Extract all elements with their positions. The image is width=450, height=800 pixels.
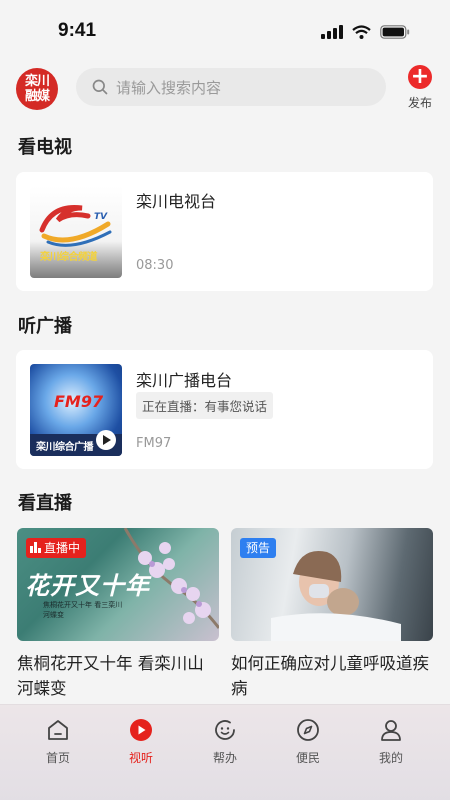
home-icon [48, 720, 68, 740]
live-bars-icon [30, 542, 41, 553]
search-bar[interactable]: 请输入搜索内容 [76, 68, 386, 106]
tab-label: 帮办 [212, 751, 237, 765]
radio-thumbnail: FM97 栾川综合广播 [30, 364, 122, 456]
wifi-icon [352, 25, 371, 39]
signal-icon [321, 25, 343, 39]
publish-button[interactable]: + 发布 [403, 65, 437, 111]
profile-icon [381, 720, 401, 741]
bottom-tab-bar: 首页 视听 帮办 便民 我的 [0, 704, 450, 800]
live-badge-label: 直播中 [44, 541, 81, 555]
tab-media[interactable]: 视听 [111, 717, 171, 766]
status-icons [321, 25, 410, 39]
live-item[interactable]: 预告 如何正确应对儿童呼吸道疾病 [231, 528, 433, 701]
tv-thumbnail: TV 栾川综合频道 [30, 186, 122, 278]
radio-thumb-caption: 栾川综合广播 [36, 442, 94, 453]
tab-help[interactable]: 帮办 [195, 717, 255, 766]
section-title-radio: 听广播 [18, 316, 72, 337]
status-time: 9:41 [58, 20, 97, 41]
play-circle-icon [130, 719, 152, 741]
section-title-tv: 看电视 [18, 137, 72, 158]
app-logo[interactable]: 栾川 融媒 [16, 68, 58, 110]
header: 栾川 融媒 请输入搜索内容 + 发布 [0, 62, 450, 118]
battery-icon [380, 25, 410, 39]
search-icon [92, 79, 108, 95]
radio-channel-card[interactable]: FM97 栾川综合广播 栾川广播电台 正在直播：有事您说话 FM97 [16, 350, 433, 469]
search-placeholder: 请输入搜索内容 [116, 78, 222, 97]
live-caption: 焦桐花开又十年 看栾川山河蝶变 [17, 654, 204, 698]
tv-logo-art [39, 204, 112, 247]
preview-badge: 预告 [240, 538, 277, 558]
tab-label: 便民 [295, 751, 320, 765]
tv-thumb-tag: TV [94, 212, 108, 222]
tab-home[interactable]: 首页 [28, 717, 88, 766]
plus-icon: + [408, 65, 432, 89]
help-icon [215, 720, 235, 740]
radio-thumb-tag: FM97 [54, 392, 104, 411]
radio-live-status: 正在直播：有事您说话 [136, 392, 274, 419]
live-thumbnail: 花开又十年 焦桐花开又十年 看三栾川河蝶变 直播中 [17, 528, 219, 641]
live-thumbnail: 预告 [231, 528, 433, 641]
live-item[interactable]: 花开又十年 焦桐花开又十年 看三栾川河蝶变 直播中 焦桐花开又十年 看栾川山河蝶… [17, 528, 219, 701]
radio-channel-name: 栾川广播电台 [136, 371, 233, 390]
publish-label: 发布 [407, 96, 432, 110]
live-caption: 如何正确应对儿童呼吸道疾病 [231, 654, 429, 698]
logo-line1: 栾川 [24, 74, 50, 89]
live-badge: 直播中 [26, 538, 87, 558]
radio-frequency: FM97 [136, 436, 172, 451]
tv-thumb-caption: 栾川综合频道 [40, 252, 98, 263]
tv-channel-name: 栾川电视台 [136, 192, 217, 211]
play-icon[interactable] [96, 430, 116, 450]
tv-channel-time: 08:30 [136, 258, 174, 273]
compass-icon [297, 719, 319, 741]
live-art-title: 花开又十年 [25, 572, 150, 600]
section-title-live: 看直播 [18, 493, 72, 514]
tab-label: 首页 [45, 751, 70, 765]
tv-channel-card[interactable]: TV 栾川综合频道 栾川电视台 08:30 [16, 172, 433, 291]
logo-line2: 融媒 [24, 89, 50, 104]
status-bar: 9:41 [0, 0, 450, 62]
tab-profile[interactable]: 我的 [361, 717, 421, 766]
tab-label: 我的 [378, 751, 403, 765]
tab-services[interactable]: 便民 [278, 717, 338, 766]
tab-label: 视听 [128, 751, 153, 765]
live-art-subtitle: 焦桐花开又十年 看三栾川河蝶变 [43, 601, 123, 619]
